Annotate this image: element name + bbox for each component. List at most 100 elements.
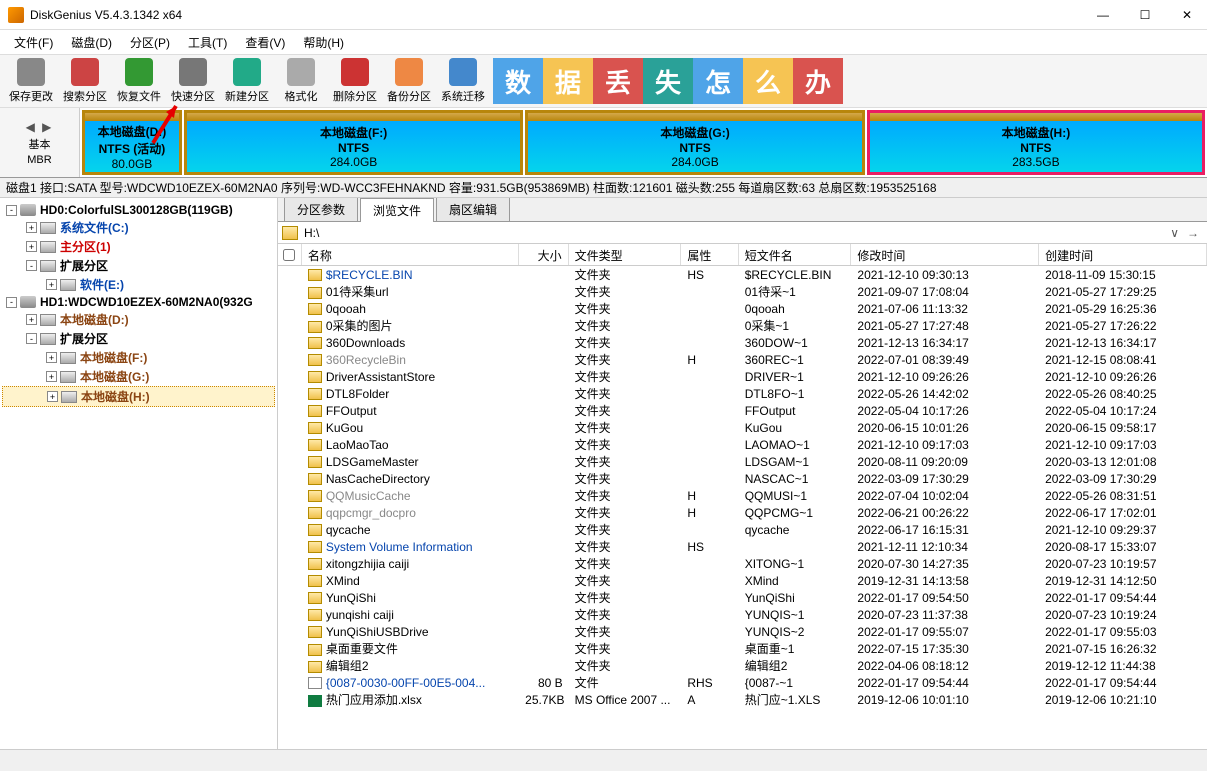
menu-item[interactable]: 帮助(H) [295,31,352,54]
toolbar-button[interactable]: 快速分区 [166,56,220,106]
folder-icon [308,592,322,604]
file-row[interactable]: 桌面重要文件 文件夹 桌面重~1 2022-07-15 17:35:30 202… [278,640,1207,657]
drive-icon [40,222,56,234]
expand-icon[interactable]: + [47,391,58,402]
promo-banner[interactable]: 数据丢失怎么办 [493,58,843,104]
tree-node[interactable]: -HD1:WDCWD10EZEX-60M2NA0(932G [2,294,275,310]
folder-icon [308,439,322,451]
toolbar-button[interactable]: 新建分区 [220,56,274,106]
maximize-button[interactable]: ☐ [1133,8,1157,22]
file-row[interactable]: qycache 文件夹 qycache 2022-06-17 16:15:31 … [278,521,1207,538]
file-row[interactable]: {0087-0030-00FF-00E5-004... 80 B 文件 RHS … [278,674,1207,691]
file-row[interactable]: 热门应用添加.xlsx 25.7KB MS Office 2007 ... A … [278,691,1207,708]
toolbar-button[interactable]: 格式化 [274,56,328,106]
file-row[interactable]: qqpcmgr_docpro 文件夹 H QQPCMG~1 2022-06-21… [278,504,1207,521]
menu-item[interactable]: 分区(P) [122,31,178,54]
expand-icon[interactable]: - [26,333,37,344]
expand-icon[interactable]: + [46,279,57,290]
tab[interactable]: 分区参数 [284,198,358,221]
disk-type-panel[interactable]: ◀ ▶ 基本 MBR [0,108,80,177]
expand-icon[interactable]: - [6,297,17,308]
folder-icon [308,456,322,468]
tree-node[interactable]: -扩展分区 [2,329,275,348]
drive-icon [40,241,56,253]
file-row[interactable]: QQMusicCache 文件夹 H QQMUSI~1 2022-07-04 1… [278,487,1207,504]
file-row[interactable]: FFOutput 文件夹 FFOutput 2022-05-04 10:17:2… [278,402,1207,419]
tree-node[interactable]: +本地磁盘(G:) [2,367,275,386]
expand-icon[interactable]: - [26,260,37,271]
col-name[interactable]: 名称 [302,244,519,265]
file-row[interactable]: xitongzhijia caiji 文件夹 XITONG~1 2020-07-… [278,555,1207,572]
file-row[interactable]: XMind 文件夹 XMind 2019-12-31 14:13:58 2019… [278,572,1207,589]
select-all-checkbox[interactable] [283,249,295,261]
expand-icon[interactable]: - [6,205,17,216]
menu-item[interactable]: 文件(F) [6,31,61,54]
expand-icon[interactable]: + [26,222,37,233]
col-ctime[interactable]: 创建时间 [1039,244,1207,265]
file-row[interactable]: 360Downloads 文件夹 360DOW~1 2021-12-13 16:… [278,334,1207,351]
col-size[interactable]: 大小 [519,244,569,265]
file-row[interactable]: KuGou 文件夹 KuGou 2020-06-15 10:01:26 2020… [278,419,1207,436]
toolbar-button[interactable]: 恢复文件 [112,56,166,106]
close-button[interactable]: ✕ [1175,8,1199,22]
file-row[interactable]: NasCacheDirectory 文件夹 NASCAC~1 2022-03-0… [278,470,1207,487]
toolbar-button[interactable]: 保存更改 [4,56,58,106]
tree-node[interactable]: +系统文件(C:) [2,218,275,237]
minimize-button[interactable]: — [1091,8,1115,22]
drive-icon [61,391,77,403]
toolbar-icon [17,58,45,86]
file-row[interactable]: YunQiShiUSBDrive 文件夹 YUNQIS~2 2022-01-17… [278,623,1207,640]
file-row[interactable]: LDSGameMaster 文件夹 LDSGAM~1 2020-08-11 09… [278,453,1207,470]
file-row[interactable]: YunQiShi 文件夹 YunQiShi 2022-01-17 09:54:5… [278,589,1207,606]
tree-node[interactable]: +软件(E:) [2,275,275,294]
partition-block[interactable]: 本地磁盘(H:)NTFS283.5GB [867,110,1205,175]
toolbar-button[interactable]: 删除分区 [328,56,382,106]
file-row[interactable]: 0采集的图片 文件夹 0采集~1 2021-05-27 17:27:48 202… [278,317,1207,334]
col-type[interactable]: 文件类型 [569,244,682,265]
file-row[interactable]: $RECYCLE.BIN 文件夹 HS $RECYCLE.BIN 2021-12… [278,266,1207,283]
partition-block[interactable]: 本地磁盘(G:)NTFS284.0GB [525,110,864,175]
file-row[interactable]: 0qooah 文件夹 0qooah 2021-07-06 11:13:32 20… [278,300,1207,317]
partition-block[interactable]: 本地磁盘(D:)NTFS (活动)80.0GB [82,110,182,175]
nav-arrows-icon[interactable]: ◀ ▶ [26,120,54,134]
file-row[interactable]: 编辑组2 文件夹 编辑组2 2022-04-06 08:18:12 2019-1… [278,657,1207,674]
tree-node[interactable]: -扩展分区 [2,256,275,275]
expand-icon[interactable]: + [46,371,57,382]
file-list[interactable]: $RECYCLE.BIN 文件夹 HS $RECYCLE.BIN 2021-12… [278,266,1207,749]
file-row[interactable]: 360RecycleBin 文件夹 H 360REC~1 2022-07-01 … [278,351,1207,368]
tree-node[interactable]: +本地磁盘(H:) [2,386,275,407]
expand-icon[interactable]: + [26,241,37,252]
toolbar-icon [179,58,207,86]
path-input[interactable] [304,226,1166,240]
col-short[interactable]: 短文件名 [739,244,852,265]
menu-item[interactable]: 查看(V) [237,31,293,54]
partition-block[interactable]: 本地磁盘(F:)NTFS284.0GB [184,110,523,175]
col-attr[interactable]: 属性 [681,244,738,265]
tree-node[interactable]: +本地磁盘(D:) [2,310,275,329]
disk-tree[interactable]: -HD0:ColorfulSL300128GB(119GB)+系统文件(C:)+… [0,198,278,749]
menu-item[interactable]: 工具(T) [180,31,235,54]
tree-node[interactable]: +主分区(1) [2,237,275,256]
file-row[interactable]: System Volume Information 文件夹 HS 2021-12… [278,538,1207,555]
tab[interactable]: 扇区编辑 [436,198,510,221]
tab[interactable]: 浏览文件 [360,198,434,222]
file-row[interactable]: DTL8Folder 文件夹 DTL8FO~1 2022-05-26 14:42… [278,385,1207,402]
file-row[interactable]: 01待采集url 文件夹 01待采~1 2021-09-07 17:08:04 … [278,283,1207,300]
toolbar-button[interactable]: 搜索分区 [58,56,112,106]
file-row[interactable]: DriverAssistantStore 文件夹 DRIVER~1 2021-1… [278,368,1207,385]
toolbar-icon [287,58,315,86]
tree-node[interactable]: -HD0:ColorfulSL300128GB(119GB) [2,202,275,218]
toolbar-button[interactable]: 备份分区 [382,56,436,106]
file-row[interactable]: yunqishi caiji 文件夹 YUNQIS~1 2020-07-23 1… [278,606,1207,623]
go-button-icon[interactable]: → [1183,226,1203,240]
menu-item[interactable]: 磁盘(D) [63,31,120,54]
expand-icon[interactable]: + [26,314,37,325]
history-dropdown-icon[interactable]: ∨ [1166,226,1183,240]
tree-node[interactable]: +本地磁盘(F:) [2,348,275,367]
disk-info-bar: 磁盘1 接口:SATA 型号:WDCWD10EZEX-60M2NA0 序列号:W… [0,178,1207,198]
col-mtime[interactable]: 修改时间 [851,244,1039,265]
expand-icon[interactable]: + [46,352,57,363]
partition-bar: ◀ ▶ 基本 MBR 本地磁盘(D:)NTFS (活动)80.0GB本地磁盘(F… [0,108,1207,178]
toolbar-button[interactable]: 系统迁移 [436,56,490,106]
file-row[interactable]: LaoMaoTao 文件夹 LAOMAO~1 2021-12-10 09:17:… [278,436,1207,453]
